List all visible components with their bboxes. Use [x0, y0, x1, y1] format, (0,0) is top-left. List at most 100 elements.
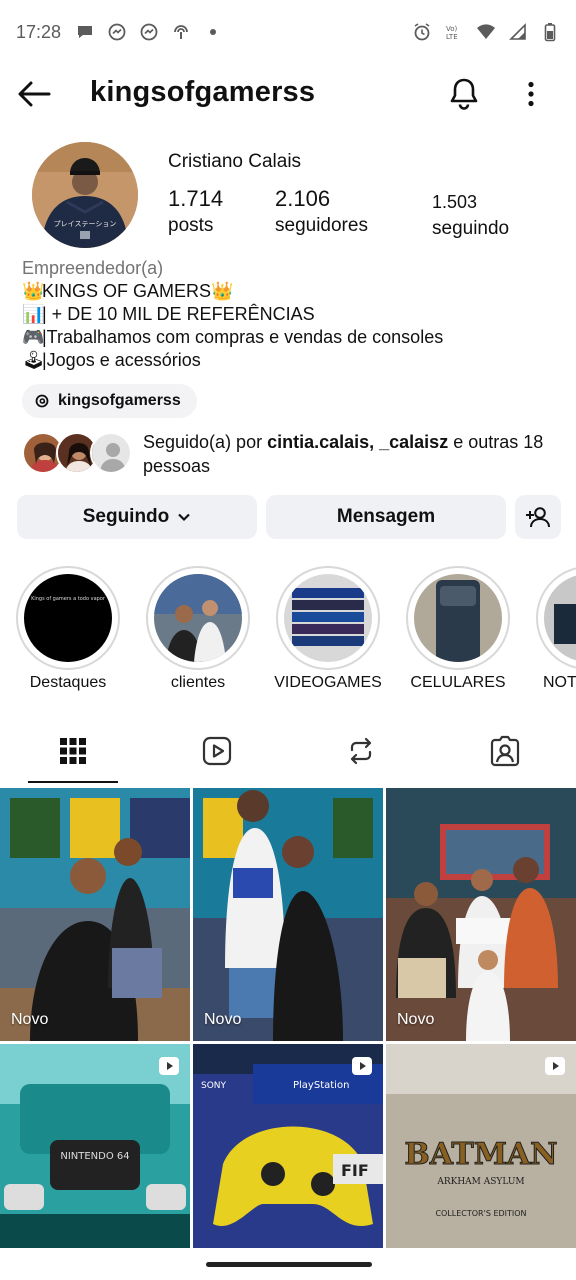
highlight-destaques[interactable]: Kings of gamers a todo vapor Destaques — [3, 564, 133, 704]
svg-text:プレイステーション: プレイステーション — [54, 220, 117, 228]
highlight-label: VIDEOGAMES — [274, 674, 382, 691]
followers-count[interactable]: 2.106 seguidores — [275, 185, 368, 237]
grid-post[interactable]: Novo — [193, 788, 383, 1041]
highlight-videogames[interactable]: VIDEOGAMES — [263, 564, 393, 704]
bio-line: 👑KINGS OF GAMERS👑 — [22, 280, 562, 303]
back-arrow-icon — [18, 81, 51, 107]
grid-post[interactable]: BATMAN ARKHAM ASYLUM COLLECTOR'S EDITION — [386, 1044, 576, 1248]
bio-text: |Jogos e acessórios — [42, 350, 201, 370]
add-user-icon — [526, 507, 550, 528]
suggest-users-button[interactable] — [515, 495, 561, 539]
story-highlights: Kings of gamers a todo vapor Destaques c… — [0, 564, 576, 704]
tagged-icon — [490, 735, 520, 767]
status-notifications — [75, 22, 223, 42]
signal-icon — [508, 22, 528, 42]
followed-by[interactable]: Seguido(a) por cintia.calais, _calaisz e… — [22, 428, 562, 480]
messenger-icon — [107, 22, 127, 42]
crown-icon: 👑 — [22, 281, 45, 301]
back-button[interactable] — [14, 76, 54, 112]
highlight-label: CELULARES — [410, 674, 506, 691]
new-badge: Novo — [204, 1011, 242, 1028]
grid-post[interactable]: NINTENDO 64 — [0, 1044, 190, 1248]
following-count[interactable]: 1.503 seguindo — [432, 188, 509, 240]
followers-number: 2.106 — [275, 186, 331, 211]
highlight-clientes[interactable]: clientes — [133, 564, 263, 704]
bio-text: | + DE 10 MIL DE REFERÊNCIAS — [42, 304, 315, 324]
status-system: Vo) LTE — [412, 22, 560, 42]
bio-text: |Trabalhamos com compras e vendas de con… — [42, 327, 444, 347]
display-name: Cristiano Calais — [168, 151, 302, 172]
posts-number: 1.714 — [168, 186, 224, 211]
highlight-ring — [276, 566, 380, 670]
grid-post[interactable]: PlayStation SONY FIF — [193, 1044, 383, 1248]
more-options-button[interactable] — [514, 74, 548, 114]
following-button-label: Seguindo — [82, 506, 170, 527]
follower-avatar-default — [90, 432, 132, 474]
posts-grid: Novo Novo Novo NINTENDO 64 PlayStation SO… — [0, 788, 576, 1248]
highlight-label: Destaques — [29, 674, 107, 691]
svg-text:LTE: LTE — [446, 33, 458, 41]
tab-grid[interactable] — [28, 722, 118, 780]
status-bar: 17:28 Vo) LTE — [0, 0, 576, 64]
highlight-ring — [146, 566, 250, 670]
message-button-label: Mensagem — [336, 506, 436, 527]
tab-tagged[interactable] — [460, 722, 550, 780]
crown-icon: 👑 — [211, 281, 234, 301]
battery-icon — [540, 22, 560, 42]
highlight-label: NOT — [543, 674, 576, 691]
svg-text:Kings of gamers a todo vapor: Kings of gamers a todo vapor — [31, 596, 106, 602]
followed-by-avatars — [22, 432, 132, 476]
joystick-icon: 🕹 — [22, 350, 45, 370]
grid-post[interactable]: Novo — [386, 788, 576, 1041]
followed-by-names: cintia.calais, _calaisz — [267, 432, 449, 452]
profile-avatar[interactable]: プレイステーション — [32, 142, 138, 248]
gamepad-icon: 🎮 — [22, 327, 45, 347]
profile-tabs — [0, 722, 576, 784]
highlight-cover — [544, 574, 576, 662]
highlight-cover — [284, 574, 372, 662]
message-button[interactable]: Mensagem — [266, 495, 506, 539]
bio-line: 🕹|Jogos e acessórios — [22, 349, 562, 372]
threads-link[interactable]: kingsofgamerss — [22, 384, 197, 418]
reels-icon — [202, 736, 232, 766]
reel-icon — [159, 1057, 179, 1075]
chart-icon: 📊 — [22, 304, 45, 324]
highlight-label: clientes — [170, 674, 226, 691]
status-time: 17:28 — [16, 21, 62, 42]
more-vertical-icon — [528, 81, 534, 107]
app-header: kingsofgamerss — [0, 64, 576, 124]
followed-by-text: Seguido(a) por cintia.calais, _calaisz e… — [143, 432, 544, 476]
svg-text:PlayStation: PlayStation — [293, 1080, 349, 1091]
chat-bubble-icon — [75, 22, 95, 42]
bell-icon — [450, 78, 478, 110]
highlight-cover: Kings of gamers a todo vapor — [24, 574, 112, 662]
highlight-cover — [154, 574, 242, 662]
posts-count[interactable]: 1.714 posts — [168, 185, 223, 237]
gesture-nav-handle[interactable] — [206, 1262, 372, 1267]
highlight-cover — [414, 574, 502, 662]
reel-icon — [545, 1057, 565, 1075]
posts-label: posts — [168, 215, 214, 236]
highlight-not[interactable]: NOT — [523, 564, 576, 704]
bio-line: 📊| + DE 10 MIL DE REFERÊNCIAS — [22, 303, 562, 326]
threads-icon — [35, 394, 49, 408]
notifications-button[interactable] — [444, 74, 484, 114]
volte-icon: Vo) LTE — [444, 22, 464, 42]
svg-text:Vo): Vo) — [446, 25, 458, 33]
highlight-ring — [406, 566, 510, 670]
grid-post[interactable]: Novo — [0, 788, 190, 1041]
followers-label: seguidores — [275, 215, 368, 236]
tab-reels[interactable] — [172, 722, 262, 780]
tab-reposts[interactable] — [316, 722, 406, 780]
new-badge: Novo — [11, 1011, 49, 1028]
svg-text:NINTENDO 64: NINTENDO 64 — [60, 1151, 129, 1162]
svg-text:ARKHAM ASYLUM: ARKHAM ASYLUM — [436, 1177, 524, 1187]
following-button[interactable]: Seguindo — [17, 495, 257, 539]
highlight-celulares[interactable]: CELULARES — [393, 564, 523, 704]
wifi-icon — [476, 22, 496, 42]
repost-icon — [350, 737, 372, 765]
hotspot-icon — [171, 22, 191, 42]
highlight-ring — [536, 566, 576, 670]
following-number: 1.503 — [432, 192, 478, 212]
dot-icon — [203, 22, 223, 42]
